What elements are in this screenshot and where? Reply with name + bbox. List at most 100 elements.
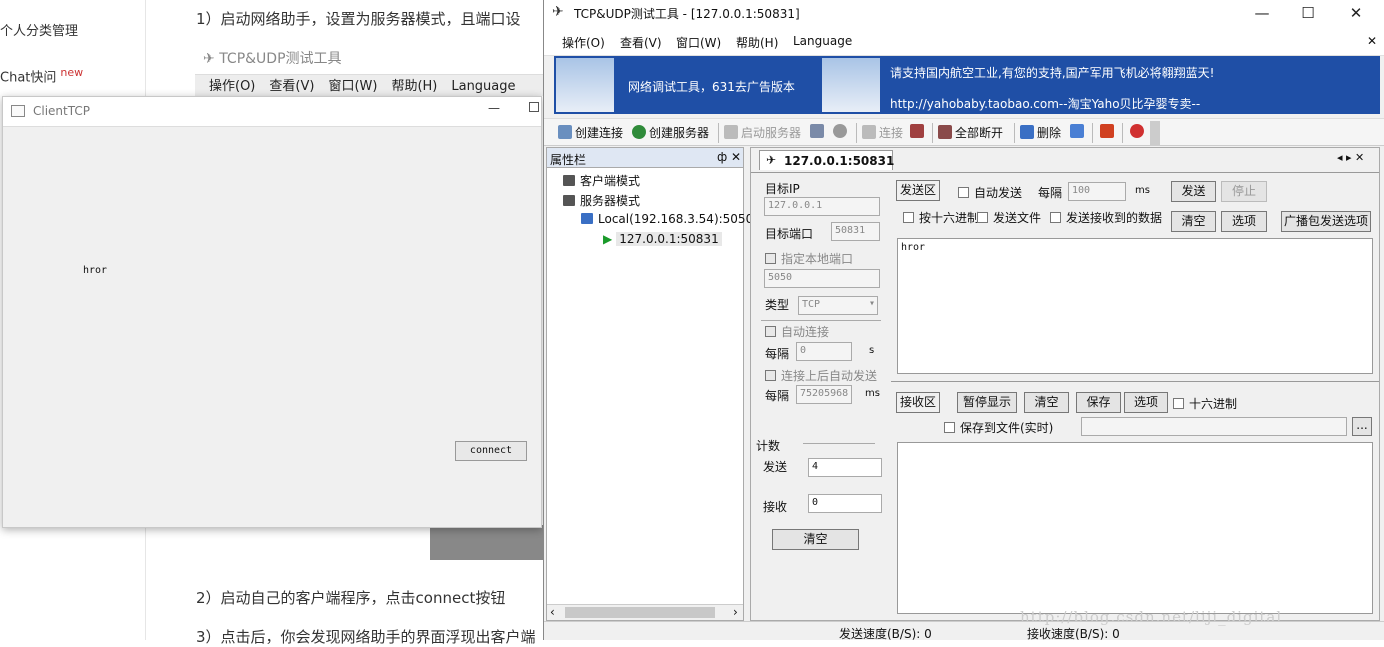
plane-icon: ✈ <box>552 4 564 20</box>
recv-area-label: 接收区 <box>896 392 940 413</box>
scrollbar-thumb[interactable] <box>565 607 715 618</box>
save-button[interactable]: 保存 <box>1076 392 1121 413</box>
tab-nav-controls[interactable]: ◂ ▸ ✕ <box>1337 151 1364 164</box>
target-port-label: 目标端口 <box>765 227 814 241</box>
toolbar-separator <box>1122 123 1123 143</box>
settings-icon[interactable] <box>1070 124 1087 139</box>
toolbar: 创建连接 创建服务器 启动服务器 连接 全部断开 删除 <box>544 118 1384 146</box>
recv-textbox[interactable] <box>897 442 1373 614</box>
type-select[interactable]: TCP ▾ <box>798 296 878 315</box>
users-icon[interactable] <box>810 124 827 139</box>
send-interval-field[interactable]: 100 <box>1068 182 1126 201</box>
minimize-button[interactable]: — <box>1239 2 1285 24</box>
broadcast-options-button[interactable]: 广播包发送选项 <box>1281 211 1371 232</box>
clear-count-button[interactable]: 清空 <box>772 529 859 550</box>
power-icon[interactable] <box>1100 124 1117 139</box>
count-label: 计数 <box>756 439 781 453</box>
disconnect-all-button[interactable]: 全部断开 <box>938 124 1003 141</box>
computer-icon <box>563 195 575 206</box>
send-textbox[interactable]: hror <box>897 238 1373 374</box>
connection-icon[interactable] <box>910 124 927 139</box>
toolbar-overflow-button[interactable] <box>1150 121 1160 145</box>
auto-send-after-checkbox[interactable]: 连接上后自动发送 <box>765 367 877 384</box>
menu-bar: 操作(O) 查看(V) 窗口(W) 帮助(H) Language ✕ <box>544 26 1384 56</box>
scroll-right-icon[interactable]: › <box>733 605 738 619</box>
sidebar-item-category[interactable]: 个人分类管理 <box>0 20 78 39</box>
delete-button[interactable]: 删除 <box>1020 124 1061 141</box>
menu-operate[interactable]: 操作(O) <box>562 34 605 51</box>
sidebar-item-chat[interactable]: Chat快问 new <box>0 66 83 85</box>
horizontal-scrollbar[interactable]: ‹ › <box>547 604 743 620</box>
airliner-image <box>822 58 880 112</box>
help-icon[interactable] <box>1130 124 1147 139</box>
stop-button[interactable]: 停止 <box>1221 181 1267 202</box>
recv-options-button[interactable]: 选项 <box>1124 392 1168 413</box>
send-file-checkbox[interactable]: 发送文件 <box>977 209 1041 226</box>
tab-connection[interactable]: ✈ 127.0.0.1:50831 <box>759 150 894 170</box>
plane-icon: ✈ <box>766 153 777 167</box>
auto-send-checkbox[interactable]: 自动发送 <box>958 184 1022 201</box>
server-icon <box>724 125 738 139</box>
send-received-checkbox[interactable]: 发送接收到的数据 <box>1050 209 1162 226</box>
play-icon: ▶ <box>603 232 613 246</box>
send-options-button[interactable]: 选项 <box>1221 211 1267 232</box>
minimize-button[interactable]: — <box>488 101 500 115</box>
pause-display-button[interactable]: 暂停显示 <box>957 392 1017 413</box>
banner-left-text: 网络调试工具，631去广告版本 <box>628 80 795 94</box>
divider <box>803 443 875 444</box>
scroll-left-icon[interactable]: ‹ <box>550 605 555 619</box>
recv-clear-button[interactable]: 清空 <box>1024 392 1069 413</box>
browse-button[interactable]: ... <box>1352 417 1372 436</box>
local-port-field[interactable]: 5050 <box>764 269 880 288</box>
recv-count-label: 接收 <box>763 500 788 514</box>
tree-item-connection[interactable]: ▶ 127.0.0.1:50831 <box>603 232 722 246</box>
stop-icon[interactable] <box>833 124 850 139</box>
interval-field[interactable]: 0 <box>796 342 852 361</box>
property-panel-header: 属性栏 ф ✕ <box>547 148 743 168</box>
toolbar-separator <box>932 123 933 143</box>
menu-close-icon[interactable]: ✕ <box>1367 34 1377 48</box>
send-clear-button[interactable]: 清空 <box>1171 211 1216 232</box>
send-count-field[interactable]: 4 <box>808 458 882 477</box>
connect-button[interactable]: connect <box>455 441 527 461</box>
menu-window[interactable]: 窗口(W) <box>676 34 721 51</box>
maximize-button[interactable]: ☐ <box>1285 2 1331 24</box>
send-button[interactable]: 发送 <box>1171 181 1216 202</box>
menu-help[interactable]: 帮助(H) <box>736 34 778 51</box>
watermark: http://blog.csdn.net/liji_digital <box>1020 608 1283 626</box>
tree-item-server-mode[interactable]: 服务器模式 <box>563 192 640 209</box>
target-ip-field[interactable]: 127.0.0.1 <box>764 197 880 216</box>
ad-banner[interactable]: 网络调试工具，631去广告版本 请支持国内航空工业,有您的支持,国产军用飞机必将… <box>554 56 1380 114</box>
menu-view[interactable]: 查看(V) <box>620 34 662 51</box>
menu-language[interactable]: Language <box>793 34 852 48</box>
recv-hex-checkbox[interactable]: 十六进制 <box>1173 395 1237 412</box>
create-server-button[interactable]: 创建服务器 <box>632 124 709 141</box>
start-server-button[interactable]: 启动服务器 <box>724 124 801 141</box>
connect-button[interactable]: 连接 <box>862 124 903 141</box>
target-port-field[interactable]: 50831 <box>831 222 880 241</box>
interval2-field[interactable]: 75205968 <box>796 385 852 404</box>
save-to-file-checkbox[interactable]: 保存到文件(实时) <box>944 419 1053 436</box>
create-connection-button[interactable]: 创建连接 <box>558 124 623 141</box>
tree-item-client-mode[interactable]: 客户端模式 <box>563 172 640 189</box>
send-area-label: 发送区 <box>896 180 940 201</box>
interval-unit: s <box>869 345 875 356</box>
banner-right-line2: http://yahobaby.taobao.com--淘宝Yaho贝比孕婴专卖… <box>890 97 1201 111</box>
recv-count-field[interactable]: 0 <box>808 494 882 513</box>
close-icon[interactable]: ✕ <box>731 150 741 164</box>
link-icon <box>862 125 876 139</box>
client-title-bar[interactable]: ClientTCP — <box>3 97 541 127</box>
maximize-button[interactable] <box>529 102 539 112</box>
hex-send-checkbox[interactable]: 按十六进制 <box>903 209 979 226</box>
toolbar-separator <box>718 123 719 143</box>
auto-connect-checkbox[interactable]: 自动连接 <box>765 323 829 340</box>
save-file-path-field[interactable] <box>1081 417 1347 436</box>
local-port-checkbox[interactable]: 指定本地端口 <box>765 250 853 267</box>
fighter-jet-image <box>556 58 614 112</box>
tool-title-bar[interactable]: ✈ TCP&UDP测试工具 - [127.0.0.1:50831] — ☐ ✕ <box>544 0 1384 26</box>
tree-item-local-server[interactable]: Local(192.168.3.54):5050 <box>581 212 753 226</box>
pin-icon[interactable]: ф <box>717 150 727 164</box>
close-button[interactable]: ✕ <box>1333 2 1379 24</box>
toolbar-separator <box>856 123 857 143</box>
target-ip-label: 目标IP <box>765 182 800 196</box>
